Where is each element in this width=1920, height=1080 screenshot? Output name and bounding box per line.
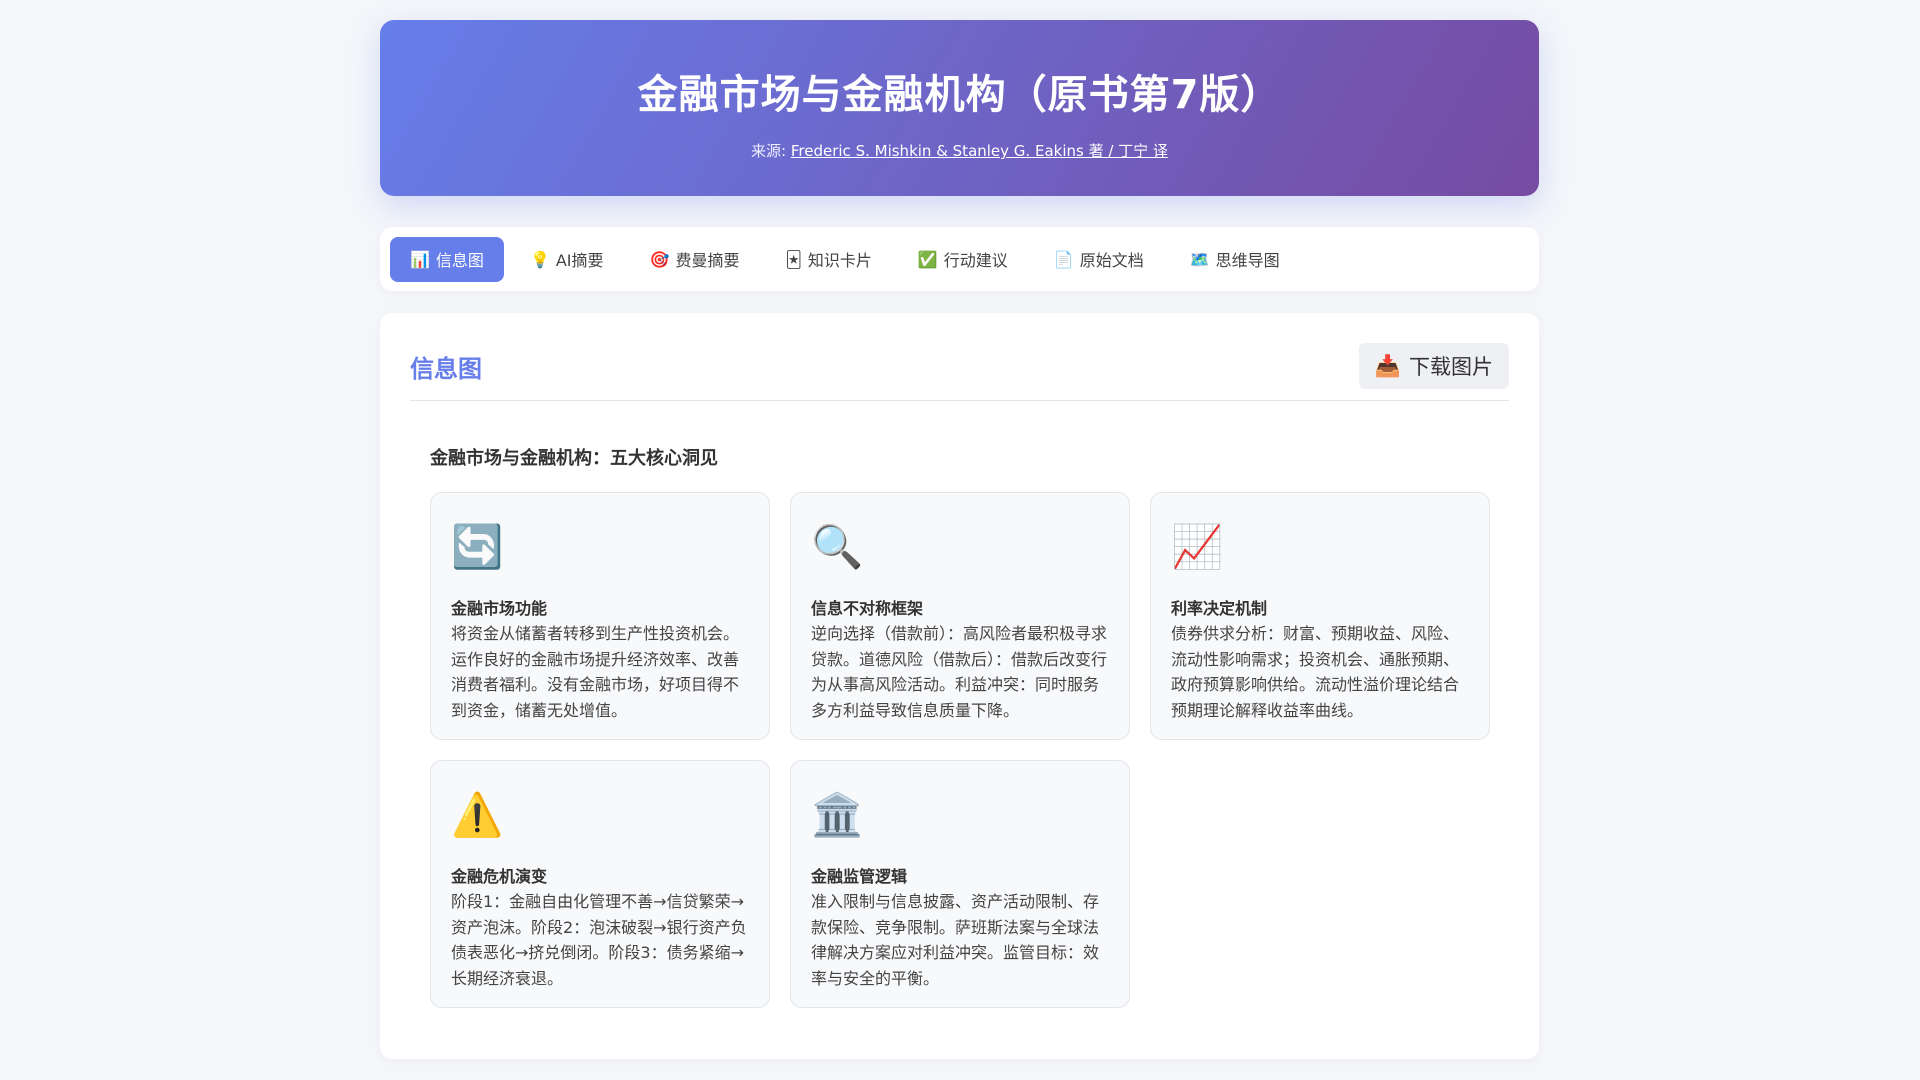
tab-knowledge-cards[interactable]: 🃏 知识卡片 <box>765 237 891 282</box>
insight-card: 🔍 信息不对称框架逆向选择（借款前）：高风险者最积极寻求贷款。道德风险（借款后）：… <box>790 492 1130 740</box>
tab-label: 信息图 <box>435 251 484 270</box>
tab-label: 原始文档 <box>1079 251 1144 270</box>
source-label: 来源: <box>751 142 791 160</box>
card-title: 金融危机演变 <box>451 867 548 886</box>
card-title: 金融市场功能 <box>451 599 548 618</box>
insight-card: ⚠️ 金融危机演变阶段1：金融自由化管理不善→信贷繁荣→资产泡沫。阶段2：泡沫破裂… <box>430 760 770 1008</box>
infographic-panel: 信息图 📥 下载图片 金融市场与金融机构：五大核心洞见 🔄 金融市场功能将资金从储蓄… <box>380 313 1539 1059</box>
card-body: 债券供求分析：财富、预期收益、风险、流动性影响需求；投资机会、通胀预期、政府预算… <box>1171 624 1460 720</box>
tab-label: 费曼摘要 <box>675 251 740 270</box>
section-title: 信息图 <box>410 355 482 383</box>
page-title: 金融市场与金融机构（原书第7版） <box>637 72 1282 118</box>
page-header: 金融市场与金融机构（原书第7版） 来源: Frederic S. Mishkin… <box>380 20 1539 196</box>
lightbulb-icon: 💡 <box>529 249 550 269</box>
download-icon: 📥 <box>1374 353 1401 378</box>
download-label: 下载图片 <box>1409 355 1493 379</box>
tab-label: AI摘要 <box>555 251 604 270</box>
card-body: 阶段1：金融自由化管理不善→信贷繁荣→资产泡沫。阶段2：泡沫破裂→银行资产负债表… <box>451 892 747 988</box>
card-body: 准入限制与信息披露、资产活动限制、存款保险、竞争限制。萨班斯法案与全球法律解决方… <box>811 892 1100 988</box>
tab-infographic[interactable]: 📊 信息图 <box>390 236 504 282</box>
tab-mind-map[interactable]: 🗺️ 思维导图 <box>1170 237 1300 282</box>
card-icon: 🃏 <box>785 249 802 269</box>
cycle-arrows-icon: 🔄 <box>451 522 504 571</box>
card-body: 逆向选择（借款前）：高风险者最积极寻求贷款。道德风险（借款后）：借款后改变行为从… <box>811 624 1108 720</box>
infographic-subtitle: 金融市场与金融机构：五大核心洞见 <box>430 448 718 469</box>
card-title: 利率决定机制 <box>1171 599 1268 618</box>
chart-icon: 📊 <box>410 249 430 269</box>
magnifier-icon: 🔍 <box>811 522 864 571</box>
card-body: 将资金从储蓄者转移到生产性投资机会。运作良好的金融市场提升经济效率、改善消费者福… <box>451 624 740 720</box>
target-icon: 🎯 <box>649 249 670 269</box>
document-icon: 📄 <box>1053 249 1074 269</box>
warning-icon: ⚠️ <box>451 790 504 839</box>
tab-original-doc[interactable]: 📄 原始文档 <box>1034 237 1164 282</box>
card-title: 信息不对称框架 <box>811 599 924 618</box>
tab-feynman-summary[interactable]: 🎯 费曼摘要 <box>630 237 760 282</box>
map-icon: 🗺️ <box>1189 249 1210 269</box>
download-image-button[interactable]: 📥 下载图片 <box>1358 343 1509 389</box>
check-icon: ✅ <box>917 249 938 269</box>
tab-label: 知识卡片 <box>807 251 872 270</box>
tab-label: 思维导图 <box>1215 251 1280 270</box>
tab-action-advice[interactable]: ✅ 行动建议 <box>898 237 1028 282</box>
insight-card: 🔄 金融市场功能将资金从储蓄者转移到生产性投资机会。运作良好的金融市场提升经济效率… <box>430 492 770 740</box>
tab-bar: 📊 信息图 💡 AI摘要 🎯 费曼摘要 🃏 知识卡片 ✅ 行动建议 📄 原始文档 🗺️ 思维导… <box>380 227 1539 291</box>
card-title: 金融监管逻辑 <box>811 867 908 886</box>
insight-card: 📈 利率决定机制债券供求分析：财富、预期收益、风险、流动性影响需求；投资机会、通胀… <box>1150 492 1490 740</box>
bank-building-icon: 🏛️ <box>811 790 864 839</box>
trend-chart-icon: 📈 <box>1171 522 1224 571</box>
source-line: 来源: Frederic S. Mishkin & Stanley G. Eak… <box>380 140 1539 161</box>
source-link[interactable]: Frederic S. Mishkin & Stanley G. Eakins … <box>791 142 1168 160</box>
divider <box>410 400 1509 401</box>
tab-ai-summary[interactable]: 💡 AI摘要 <box>510 237 624 282</box>
tab-label: 行动建议 <box>943 251 1008 270</box>
insight-card: 🏛️ 金融监管逻辑准入限制与信息披露、资产活动限制、存款保险、竞争限制。萨班斯法案… <box>790 760 1130 1008</box>
